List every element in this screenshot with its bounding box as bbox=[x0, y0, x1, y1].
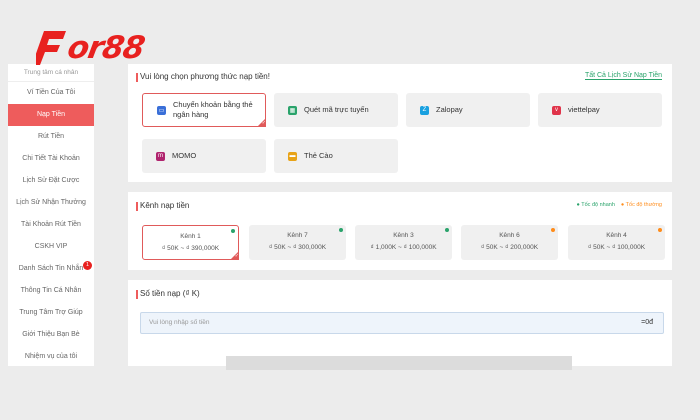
amount-converted-value: =0đ bbox=[641, 319, 653, 326]
channel-range: ₫ 50K ~ ₫ 390,000K bbox=[161, 245, 220, 252]
zalopay-icon: Z bbox=[420, 105, 429, 115]
viettelpay-icon: v bbox=[552, 105, 561, 115]
sidebar-item-deposit[interactable]: Nạp Tiền bbox=[8, 104, 94, 126]
method-label: viettelpay bbox=[568, 105, 600, 114]
method-zalopay[interactable]: Z Zalopay bbox=[406, 93, 530, 127]
sidebar-item-missions[interactable]: Nhiệm vụ của tôi bbox=[8, 346, 94, 368]
sidebar-item-label: Danh Sách Tin Nhắn bbox=[18, 265, 84, 272]
channel-name: Kênh 7 bbox=[287, 232, 308, 239]
channel-range: ₫ 50K ~ ₫ 300,000K bbox=[268, 244, 327, 251]
speed-legend: ● Tốc độ nhanh ● Tốc độ thường bbox=[577, 202, 662, 208]
channel-card-4[interactable]: Kênh 4 ₫ 50K ~ ₫ 100,000K bbox=[568, 225, 665, 260]
sidebar: Trung tâm cá nhân Ví Tiền Của Tôi Nạp Ti… bbox=[8, 64, 94, 366]
normal-speed-dot-icon bbox=[658, 228, 662, 232]
message-count-badge: 1 bbox=[83, 261, 92, 270]
normal-speed-dot-icon bbox=[551, 228, 555, 232]
brand-logo[interactable]: or88 bbox=[36, 26, 147, 70]
fast-speed-dot-icon bbox=[231, 229, 235, 233]
sidebar-item-profile[interactable]: Thông Tin Cá Nhân bbox=[8, 280, 94, 302]
channel-panel-title: Kênh nạp tiền bbox=[135, 201, 190, 211]
channel-card-3[interactable]: Kênh 3 ₫ 1,000K ~ ₫ 100,000K bbox=[355, 225, 452, 260]
method-label: Quét mã trực tuyến bbox=[304, 105, 369, 114]
sidebar-item-referral[interactable]: Giới Thiệu Bạn Bè bbox=[8, 324, 94, 346]
method-label: Zalopay bbox=[436, 105, 463, 114]
scratch-card-icon: ▬ bbox=[288, 151, 297, 161]
sidebar-item-messages[interactable]: Danh Sách Tin Nhắn 1 bbox=[8, 258, 94, 280]
legend-fast: ● Tốc độ nhanh bbox=[576, 202, 615, 208]
method-label: Chuyển khoản bằng thẻ bbox=[173, 100, 253, 109]
sidebar-item-wallet[interactable]: Ví Tiền Của Tôi bbox=[8, 82, 94, 104]
selected-check-icon bbox=[257, 118, 266, 127]
method-viettelpay[interactable]: v viettelpay bbox=[538, 93, 662, 127]
channel-name: Kênh 1 bbox=[180, 233, 201, 240]
fast-speed-dot-icon bbox=[445, 228, 449, 232]
logo-text: or88 bbox=[64, 30, 147, 66]
channel-name: Kênh 4 bbox=[606, 232, 627, 239]
amount-placeholder: Vui lòng nhập số tiền bbox=[149, 319, 210, 326]
qr-icon: ▦ bbox=[288, 105, 297, 115]
bank-card-icon: ▭ bbox=[157, 105, 166, 115]
channel-card-7[interactable]: Kênh 7 ₫ 50K ~ ₫ 300,000K bbox=[249, 225, 346, 260]
method-label: Thẻ Cào bbox=[304, 151, 333, 160]
sidebar-item-reward-history[interactable]: Lịch Sử Nhận Thưởng bbox=[8, 192, 94, 214]
deposit-amount-panel: Số tiền nạp (₫ K) Vui lòng nhập số tiền … bbox=[128, 280, 672, 366]
method-panel-title: Vui lòng chọn phương thức nạp tiền! bbox=[136, 72, 270, 82]
method-qr-scan[interactable]: ▦ Quét mã trực tuyến bbox=[274, 93, 398, 127]
channel-card-6[interactable]: Kênh 6 ₫ 50K ~ ₫ 200,000K bbox=[461, 225, 558, 260]
logo-f-mark-icon bbox=[36, 29, 66, 67]
fast-speed-dot-icon bbox=[339, 228, 343, 232]
method-label: MOMO bbox=[172, 151, 197, 160]
channel-range: ₫ 50K ~ ₫ 200,000K bbox=[480, 244, 539, 251]
deposit-history-link[interactable]: Tất Cả Lịch Sử Nạp Tiền bbox=[584, 72, 662, 80]
sidebar-item-help-center[interactable]: Trung Tâm Trợ Giúp bbox=[8, 302, 94, 324]
method-label-line2: ngân hàng bbox=[173, 110, 209, 119]
channel-range: ₫ 50K ~ ₫ 100,000K bbox=[587, 244, 646, 251]
sidebar-item-vip-support[interactable]: CSKH VIP bbox=[8, 236, 94, 258]
amount-input[interactable]: Vui lòng nhập số tiền =0đ bbox=[140, 312, 664, 334]
channel-name: Kênh 6 bbox=[499, 232, 520, 239]
legend-normal: ● Tốc độ thường bbox=[620, 202, 662, 208]
method-bank-transfer[interactable]: ▭ Chuyển khoản bằng thẻ ngân hàng bbox=[142, 93, 266, 127]
method-scratch-card[interactable]: ▬ Thẻ Cào bbox=[274, 139, 398, 173]
channel-range: ₫ 1,000K ~ ₫ 100,000K bbox=[370, 244, 437, 251]
method-momo[interactable]: m MOMO bbox=[142, 139, 266, 173]
sidebar-item-withdraw-account[interactable]: Tài Khoản Rút Tiền bbox=[8, 214, 94, 236]
sidebar-item-withdraw[interactable]: Rút Tiền bbox=[8, 126, 94, 148]
deposit-method-panel: Vui lòng chọn phương thức nạp tiền! Tất … bbox=[128, 64, 672, 182]
channel-name: Kênh 3 bbox=[393, 232, 414, 239]
deposit-channel-panel: Kênh nạp tiền ● Tốc độ nhanh ● Tốc độ th… bbox=[128, 192, 672, 270]
momo-icon: m bbox=[156, 151, 165, 161]
submit-area-placeholder bbox=[226, 356, 572, 370]
sidebar-item-account-details[interactable]: Chi Tiết Tài Khoản bbox=[8, 148, 94, 170]
selected-check-icon bbox=[230, 251, 239, 260]
sidebar-item-bet-history[interactable]: Lịch Sử Đặt Cược bbox=[8, 170, 94, 192]
channel-card-1[interactable]: Kênh 1 ₫ 50K ~ ₫ 390,000K bbox=[142, 225, 239, 260]
amount-panel-title: Số tiền nạp (₫ K) bbox=[136, 289, 200, 299]
